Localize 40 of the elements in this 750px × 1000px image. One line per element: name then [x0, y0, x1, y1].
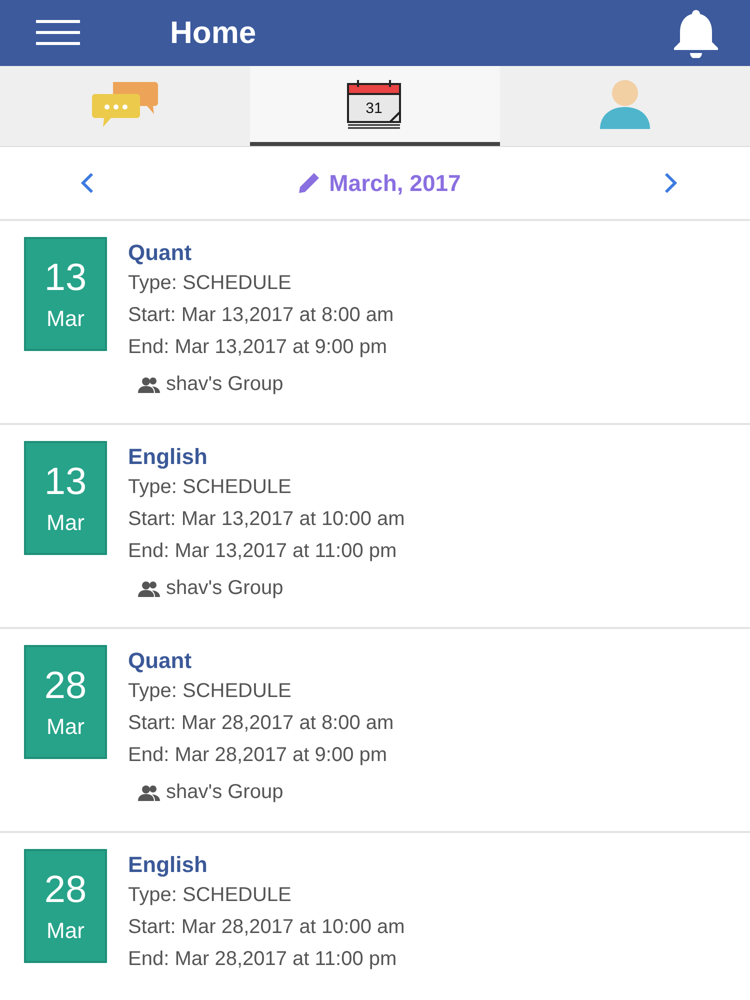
event-end: End: Mar 13,2017 at 11:00 pm: [128, 539, 397, 564]
event-end: End: Mar 13,2017 at 9:00 pm: [128, 335, 388, 360]
event-type: Type: SCHEDULE: [128, 883, 292, 908]
bell-icon[interactable]: [672, 8, 720, 58]
group-name: shav's Group: [166, 373, 284, 396]
event-day: 13: [44, 256, 87, 300]
people-icon: [138, 784, 160, 800]
group-name: shav's Group: [166, 781, 284, 804]
event-type: Type: SCHEDULE: [128, 271, 292, 296]
event-day: 28: [44, 664, 87, 708]
month-picker[interactable]: March, 2017: [297, 170, 461, 196]
event-day: 28: [44, 868, 87, 912]
chat-bubbles-icon: [91, 80, 159, 128]
people-icon: [138, 376, 160, 392]
event-month: Mar: [46, 306, 84, 332]
event-title[interactable]: Quant: [128, 239, 192, 267]
event-month: Mar: [46, 510, 84, 536]
event-end: End: Mar 28,2017 at 9:00 pm: [128, 743, 388, 768]
event-end: End: Mar 28,2017 at 11:00 pm: [128, 947, 397, 972]
group-name: shav's Group: [166, 577, 284, 600]
event-title[interactable]: English: [128, 443, 208, 471]
event-start: Start: Mar 28,2017 at 10:00 am: [128, 915, 405, 940]
page-title: Home: [170, 15, 258, 51]
event-month: Mar: [46, 918, 84, 944]
event-start: Start: Mar 13,2017 at 8:00 am: [128, 303, 394, 328]
event-type: Type: SCHEDULE: [128, 475, 292, 500]
event-month: Mar: [46, 714, 84, 740]
tab[interactable]: 31: [250, 66, 500, 146]
event-title[interactable]: English: [128, 851, 208, 879]
event-day: 13: [44, 460, 87, 504]
people-icon: [138, 580, 160, 596]
person-icon: [598, 77, 652, 131]
chevron-right-icon: [664, 172, 678, 194]
menu-icon[interactable]: [36, 20, 80, 46]
event-title[interactable]: Quant: [128, 647, 192, 675]
event-start: Start: Mar 28,2017 at 8:00 am: [128, 711, 394, 736]
event-type: Type: SCHEDULE: [128, 679, 292, 704]
event-start: Start: Mar 13,2017 at 10:00 am: [128, 507, 405, 532]
pencil-icon: [297, 171, 322, 195]
chevron-left-icon: [80, 172, 94, 194]
